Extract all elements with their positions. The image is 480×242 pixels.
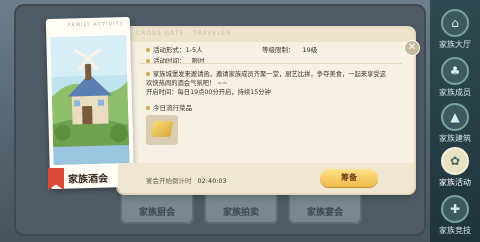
bullet-icon xyxy=(146,48,150,52)
activity-icon: ✿ xyxy=(441,147,469,175)
close-button[interactable]: ✕ xyxy=(404,40,420,56)
activity-form-value: 1-5人 xyxy=(185,46,203,54)
level-limit-row: 等级限制： 19级 xyxy=(262,44,317,54)
image-card-tag: FAMILY ACTIVITY xyxy=(67,21,124,29)
tavern-illustration xyxy=(50,35,130,165)
description-text: 家族城堡发来邀请函，邀请家族成员齐聚一堂，厨艺比拼，争夺美食，一起来享受这欢快热… xyxy=(146,71,386,87)
nav-item-family-buildings[interactable]: ▲ 家族建筑 xyxy=(432,100,478,146)
divider xyxy=(140,63,402,64)
nav-item-label: 家族大厅 xyxy=(439,40,471,49)
close-icon: ✕ xyxy=(407,42,417,53)
activity-form-row: 活动形式：1-5人 xyxy=(146,44,203,54)
family-nav-sidebar: ⌂ 家族大厅 ♣ 家族成员 ▲ 家族建筑 ✿ 家族活动 ✚ 家族竞技 xyxy=(430,0,480,242)
nav-item-family-arena[interactable]: ✚ 家族竞技 xyxy=(432,192,478,238)
dish-icon xyxy=(150,121,174,137)
level-limit-label: 等级限制： xyxy=(262,46,295,54)
header-watermark: CROSS GATE · TRAVELER xyxy=(136,30,232,37)
nav-item-label: 家族活动 xyxy=(439,178,471,187)
level-limit-value: 19级 xyxy=(302,46,318,54)
countdown-row: 宴会开始倒计时 02:40:03 xyxy=(146,175,227,185)
bullet-icon xyxy=(146,72,150,76)
countdown-value: 02:40:03 xyxy=(197,177,227,185)
nav-item-family-activities[interactable]: ✿ 家族活动 xyxy=(432,144,478,190)
nav-item-label: 家族竞技 xyxy=(439,226,471,235)
activity-name: 家族酒会 xyxy=(67,173,109,186)
nav-item-family-members[interactable]: ♣ 家族成员 xyxy=(432,54,478,100)
members-icon: ♣ xyxy=(441,57,469,85)
activity-description: 家族城堡发来邀请函，邀请家族成员齐聚一堂，厨艺比拼，争夺美食，一起来享受这欢快热… xyxy=(146,70,392,97)
open-time-text: 开启时间：每日19点00分开启，持续15分钟 xyxy=(146,89,271,96)
nav-item-family-hall[interactable]: ⌂ 家族大厅 xyxy=(432,6,478,52)
nav-item-label: 家族建筑 xyxy=(439,134,471,143)
today-menu-row: 今日流行菜品 xyxy=(146,102,192,112)
building-icon: ▲ xyxy=(441,103,469,131)
prepare-button[interactable]: 筹备 xyxy=(320,169,378,187)
countdown-label: 宴会开始倒计时 xyxy=(146,177,192,185)
shield-icon: ✚ xyxy=(441,195,469,223)
house-icon: ⌂ xyxy=(441,9,469,37)
today-menu-label: 今日流行菜品 xyxy=(153,104,192,112)
bullet-icon xyxy=(146,106,150,110)
nav-item-label: 家族成员 xyxy=(439,88,471,97)
activity-form-label: 活动形式： xyxy=(153,46,186,54)
popup-header: CROSS GATE · TRAVELER xyxy=(118,28,414,42)
